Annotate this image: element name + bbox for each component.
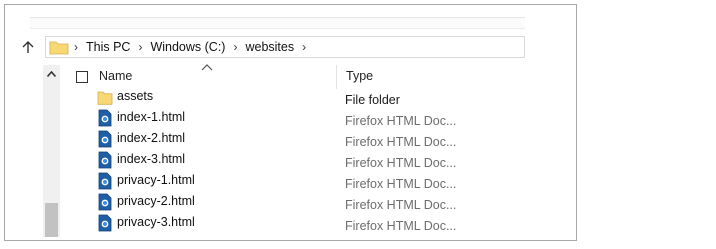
file-name: index-1.html	[117, 110, 186, 124]
file-type: Firefox HTML Doc...	[345, 156, 457, 170]
file-row[interactable]: privacy-2.html Firefox HTML Doc...	[97, 192, 497, 213]
file-row[interactable]: privacy-3.html Firefox HTML Doc...	[97, 213, 497, 234]
sort-ascending-icon	[201, 64, 213, 71]
chevron-right-icon[interactable]: ›	[228, 40, 242, 54]
file-name: index-3.html	[117, 152, 186, 166]
file-type: File folder	[345, 93, 400, 107]
file-type: Firefox HTML Doc...	[345, 177, 457, 191]
scroll-up-button[interactable]	[43, 65, 60, 83]
vertical-scrollbar[interactable]	[43, 65, 60, 237]
file-row[interactable]: index-3.html Firefox HTML Doc...	[97, 150, 497, 171]
arrow-up-icon	[22, 41, 34, 53]
file-name: index-2.html	[117, 131, 186, 145]
firefox-html-icon	[98, 130, 112, 148]
folder-icon	[97, 91, 113, 105]
scroll-thumb[interactable]	[45, 203, 58, 237]
chevron-right-icon[interactable]: ›	[69, 40, 83, 54]
chevron-right-icon[interactable]: ›	[133, 40, 147, 54]
file-name: privacy-1.html	[117, 173, 195, 187]
file-type: Firefox HTML Doc...	[345, 114, 457, 128]
chevron-right-icon[interactable]: ›	[297, 40, 311, 54]
file-type: Firefox HTML Doc...	[345, 219, 457, 233]
column-header-name[interactable]: Name	[99, 69, 132, 83]
file-row[interactable]: index-2.html Firefox HTML Doc...	[97, 129, 497, 150]
breadcrumb-this-pc[interactable]: This PC	[83, 40, 133, 54]
file-name: privacy-2.html	[117, 194, 195, 208]
address-bar[interactable]: › This PC › Windows (C:) › websites ›	[45, 36, 525, 58]
file-type: Firefox HTML Doc...	[345, 198, 457, 212]
firefox-html-icon	[98, 214, 112, 232]
file-row[interactable]: privacy-1.html Firefox HTML Doc...	[97, 171, 497, 192]
column-header-type[interactable]: Type	[346, 69, 373, 83]
folder-icon	[49, 41, 69, 55]
file-row[interactable]: index-1.html Firefox HTML Doc...	[97, 108, 497, 129]
firefox-html-icon	[98, 109, 112, 127]
explorer-window: › This PC › Windows (C:) › websites › Na…	[4, 4, 577, 241]
firefox-html-icon	[98, 151, 112, 169]
file-row-folder[interactable]: assets File folder	[97, 87, 497, 108]
firefox-html-icon	[98, 172, 112, 190]
firefox-html-icon	[98, 193, 112, 211]
file-name: privacy-3.html	[117, 215, 195, 229]
file-name: assets	[117, 89, 154, 103]
breadcrumb-windows-c[interactable]: Windows (C:)	[147, 40, 228, 54]
up-button[interactable]	[19, 38, 37, 56]
toolbar-strip	[30, 17, 525, 29]
select-all-checkbox[interactable]	[76, 71, 88, 83]
caret-up-icon	[47, 71, 56, 77]
breadcrumb-websites[interactable]: websites	[242, 40, 297, 54]
file-type: Firefox HTML Doc...	[345, 135, 457, 149]
column-divider[interactable]	[336, 65, 337, 89]
